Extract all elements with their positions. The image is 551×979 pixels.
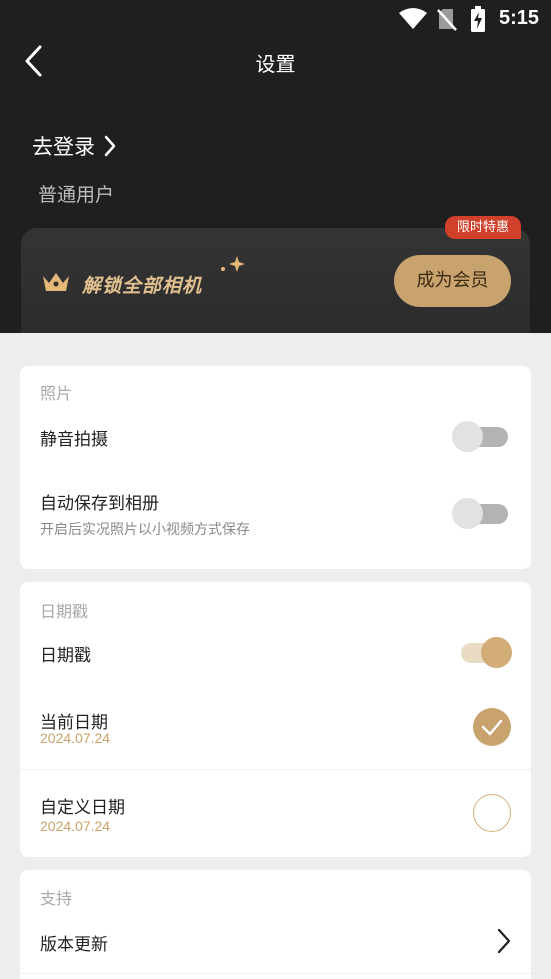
user-type: 普通用户 — [38, 184, 115, 206]
custom-date-value: 2024.07.24 — [40, 818, 111, 834]
custom-date-radio[interactable] — [473, 794, 511, 832]
photos-section: 照片 静音拍摄 自动保存到相册 开启后实况照片以小视频方式保存 — [20, 366, 531, 569]
silent-shooting-label: 静音拍摄 — [40, 430, 108, 450]
datestamp-toggle[interactable] — [455, 636, 513, 668]
unlock-text: 解锁全部相机 — [82, 275, 203, 297]
section-title-photos: 照片 — [40, 384, 73, 403]
datestamp-label: 日期戳 — [40, 646, 91, 666]
autosave-toggle[interactable] — [452, 497, 510, 529]
become-member-button[interactable]: 成为会员 — [394, 255, 511, 307]
version-update-label: 版本更新 — [40, 935, 108, 955]
custom-date-label: 自定义日期 — [40, 798, 125, 818]
divider — [20, 769, 531, 770]
current-date-radio[interactable] — [473, 708, 511, 746]
autosave-description: 开启后实况照片以小视频方式保存 — [40, 522, 250, 538]
toggle-knob — [481, 637, 512, 668]
current-date-value: 2024.07.24 — [40, 730, 111, 746]
check-icon — [481, 719, 503, 736]
status-bar: 5:15 — [0, 0, 551, 38]
promo-badge: 限时特惠 — [445, 216, 522, 239]
toggle-knob — [452, 498, 483, 529]
section-title-support: 支持 — [40, 889, 73, 908]
wifi-icon — [398, 8, 428, 34]
battery-charging-icon — [470, 6, 486, 36]
login-label: 去登录 — [32, 135, 95, 159]
support-section: 支持 版本更新 — [20, 870, 531, 979]
datestamp-section: 日期戳 日期戳 当前日期 2024.07.24 自定义日期 2024.07.24 — [20, 582, 531, 857]
no-sim-icon — [437, 7, 457, 35]
crown-icon — [41, 271, 71, 297]
page-title: 设置 — [255, 52, 296, 76]
login-link[interactable]: 去登录 — [32, 131, 117, 161]
silent-shooting-toggle[interactable] — [452, 420, 510, 452]
chevron-right-icon[interactable] — [496, 928, 512, 954]
autosave-label: 自动保存到相册 — [40, 494, 159, 514]
sparkle-icon — [217, 255, 247, 279]
section-title-datestamp: 日期戳 — [40, 602, 89, 621]
clock: 5:15 — [498, 7, 539, 29]
chevron-right-icon — [104, 135, 116, 157]
divider — [20, 973, 531, 974]
toggle-knob — [452, 421, 483, 452]
